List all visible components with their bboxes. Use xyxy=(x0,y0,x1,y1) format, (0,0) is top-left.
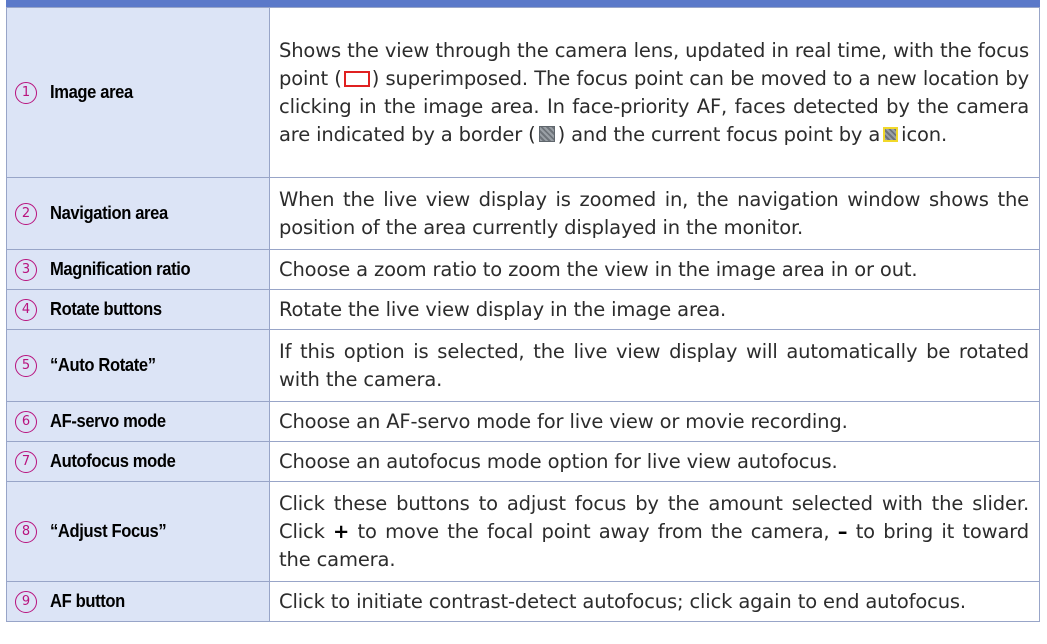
table-row: 5 “Auto Rotate” If this option is select… xyxy=(6,329,1040,402)
row-label: “Auto Rotate” xyxy=(50,355,156,375)
row-label: Magnification ratio xyxy=(50,259,191,279)
row-label: Image area xyxy=(50,82,133,102)
table-row: 4 Rotate buttons Rotate the live view di… xyxy=(6,289,1040,330)
label-cell: 5 “Auto Rotate” xyxy=(6,329,270,402)
description-cell: Shows the view through the camera lens, … xyxy=(269,7,1040,178)
description-text: to move the focal point away from the ca… xyxy=(357,519,830,543)
table-row: 2 Navigation area When the live view dis… xyxy=(6,177,1040,250)
header-bar xyxy=(6,0,1040,7)
plus-symbol: + xyxy=(333,519,350,543)
description-text: ) and the current focus point by a xyxy=(557,122,881,146)
callout-number: 6 xyxy=(15,410,37,433)
row-label: Autofocus mode xyxy=(50,451,176,471)
callout-number: 5 xyxy=(15,354,37,377)
label-cell: 7 Autofocus mode xyxy=(6,441,270,482)
label-cell: 3 Magnification ratio xyxy=(6,249,270,290)
description-cell: If this option is selected, the live vie… xyxy=(269,329,1040,402)
table-row: 7 Autofocus mode Choose an autofocus mod… xyxy=(6,441,1040,482)
callout-number: 3 xyxy=(15,258,37,281)
row-label: AF button xyxy=(50,591,125,611)
description-cell: Choose a zoom ratio to zoom the view in … xyxy=(269,249,1040,290)
row-label: AF-servo mode xyxy=(50,411,166,431)
description-text: icon. xyxy=(901,122,948,146)
label-cell: 9 AF button xyxy=(6,581,270,622)
row-label: Navigation area xyxy=(50,203,168,223)
label-cell: 1 Image area xyxy=(6,7,270,178)
description-cell: Click to initiate contrast-detect autofo… xyxy=(269,581,1040,622)
callout-number: 1 xyxy=(15,81,37,104)
table-row: 6 AF-servo mode Choose an AF-servo mode … xyxy=(6,401,1040,442)
reference-table-container: 1 Image area Shows the view through the … xyxy=(6,0,1040,644)
callout-number: 2 xyxy=(15,202,37,225)
table-row: 9 AF button Click to initiate contrast-d… xyxy=(6,581,1040,622)
reference-table: 1 Image area Shows the view through the … xyxy=(6,7,1040,622)
label-cell: 6 AF-servo mode xyxy=(6,401,270,442)
label-cell: 4 Rotate buttons xyxy=(6,289,270,330)
description-cell: Rotate the live view display in the imag… xyxy=(269,289,1040,330)
callout-number: 8 xyxy=(15,520,37,543)
callout-number: 9 xyxy=(15,590,37,613)
table-row: 3 Magnification ratio Choose a zoom rati… xyxy=(6,249,1040,290)
face-border-icon xyxy=(538,125,555,142)
description-cell: When the live view display is zoomed in,… xyxy=(269,177,1040,250)
current-focus-point-icon xyxy=(883,126,899,142)
callout-number: 4 xyxy=(15,298,37,321)
callout-number: 7 xyxy=(15,450,37,473)
description-cell: Choose an autofocus mode option for live… xyxy=(269,441,1040,482)
description-cell: Choose an AF-servo mode for live view or… xyxy=(269,401,1040,442)
row-label: “Adjust Focus” xyxy=(50,521,167,541)
focus-point-icon xyxy=(343,70,370,87)
description-cell: Click these buttons to adjust focus by t… xyxy=(269,481,1040,582)
row-label: Rotate buttons xyxy=(50,299,162,319)
table-row: 1 Image area Shows the view through the … xyxy=(6,7,1040,178)
minus-symbol: – xyxy=(837,519,848,543)
label-cell: 2 Navigation area xyxy=(6,177,270,250)
label-cell: 8 “Adjust Focus” xyxy=(6,481,270,582)
table-row: 8 “Adjust Focus” Click these buttons to … xyxy=(6,481,1040,582)
